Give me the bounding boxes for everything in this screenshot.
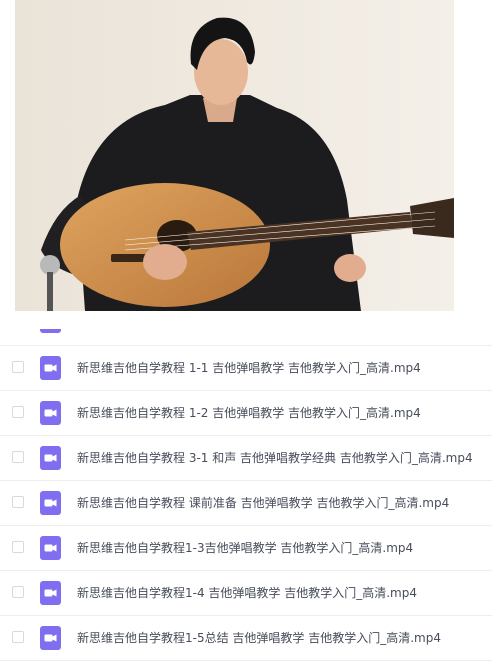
row-checkbox[interactable] — [12, 406, 24, 418]
file-name: 新思维吉他自学教程1-4 吉他弹唱教学 吉他教学入门_高清.mp4 — [77, 586, 417, 600]
video-file-icon — [40, 329, 61, 333]
file-row[interactable]: 新思维吉他自学教程 1-2 吉他弹唱教学 吉他教学入门_高清.mp4 — [0, 391, 492, 436]
file-row[interactable]: 新思维吉他自学教程 课前准备 吉他弹唱教学 吉他教学入门_高清.mp4 — [0, 481, 492, 526]
row-checkbox[interactable] — [12, 361, 24, 373]
list-item-partial — [0, 311, 492, 346]
file-row[interactable]: 新思维吉他自学教程1-5总结 吉他弹唱教学 吉他教学入门_高清.mp4 — [0, 616, 492, 661]
file-row[interactable]: 新思维吉他自学教程 3-1 和声 吉他弹唱教学经典 吉他教学入门_高清.mp4 — [0, 436, 492, 481]
row-checkbox[interactable] — [12, 496, 24, 508]
video-file-icon — [40, 446, 61, 470]
file-name: 新思维吉他自学教程 1-2 吉他弹唱教学 吉他教学入门_高清.mp4 — [77, 406, 421, 420]
video-file-icon — [40, 536, 61, 560]
video-file-icon — [40, 626, 61, 650]
file-name: 新思维吉他自学教程1-3吉他弹唱教学 吉他教学入门_高清.mp4 — [77, 541, 414, 555]
row-checkbox[interactable] — [12, 541, 24, 553]
row-checkbox[interactable] — [12, 631, 24, 643]
row-checkbox[interactable] — [12, 451, 24, 463]
file-row[interactable]: 新思维吉他自学教程1-4 吉他弹唱教学 吉他教学入门_高清.mp4 — [0, 571, 492, 616]
file-row[interactable]: 新思维吉他自学教程1-3吉他弹唱教学 吉他教学入门_高清.mp4 — [0, 526, 492, 571]
file-list: 新思维吉他自学教程 1-1 吉他弹唱教学 吉他教学入门_高清.mp4 新思维吉他自… — [0, 346, 492, 661]
video-thumbnail[interactable] — [15, 0, 454, 311]
file-row[interactable]: 新思维吉他自学教程 1-1 吉他弹唱教学 吉他教学入门_高清.mp4 — [0, 346, 492, 391]
video-file-icon — [40, 581, 61, 605]
file-name: 新思维吉他自学教程 1-1 吉他弹唱教学 吉他教学入门_高清.mp4 — [77, 361, 421, 375]
video-file-icon — [40, 401, 61, 425]
video-file-icon — [40, 491, 61, 515]
video-file-icon — [40, 356, 61, 380]
row-checkbox[interactable] — [12, 586, 24, 598]
file-name: 新思维吉他自学教程1-5总结 吉他弹唱教学 吉他教学入门_高清.mp4 — [77, 631, 441, 645]
file-name: 新思维吉他自学教程 课前准备 吉他弹唱教学 吉他教学入门_高清.mp4 — [77, 496, 450, 510]
file-name: 新思维吉他自学教程 3-1 和声 吉他弹唱教学经典 吉他教学入门_高清.mp4 — [77, 451, 473, 465]
guitar-teacher-image — [15, 0, 454, 311]
